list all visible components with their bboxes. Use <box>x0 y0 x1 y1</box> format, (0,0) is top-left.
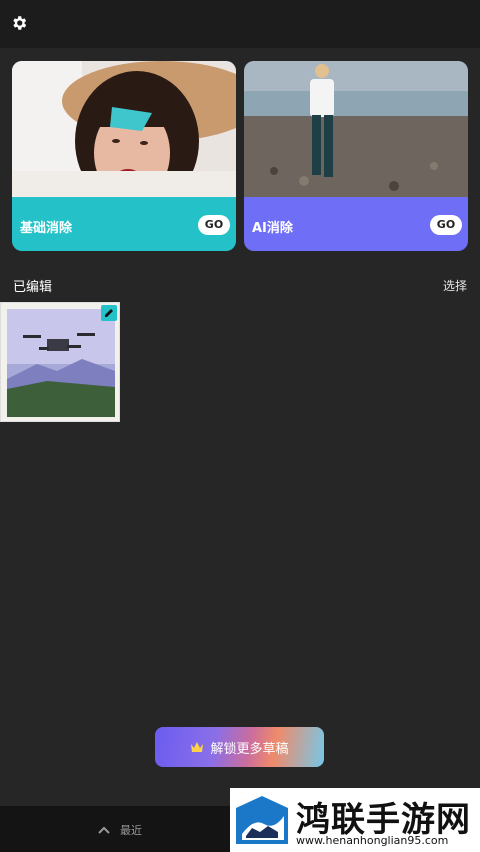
recent-label: 最近 <box>120 824 142 837</box>
gear-icon[interactable] <box>10 14 28 32</box>
draft-thumbnail[interactable] <box>0 302 120 422</box>
watermark-logo <box>236 796 288 844</box>
watermark: 鸿联手游网 www.henanhonglian95.com <box>230 788 480 852</box>
ai-remove-card[interactable]: AI消除 GO <box>244 61 468 251</box>
portrait-photo <box>12 61 236 197</box>
top-bar <box>0 0 480 48</box>
beach-photo <box>244 61 468 197</box>
unlock-label: 解锁更多草稿 <box>210 741 289 757</box>
pencil-icon[interactable] <box>101 305 117 321</box>
edited-section-title: 已编辑 <box>13 280 53 295</box>
crown-icon <box>191 742 204 752</box>
watermark-url: www.henanhonglian95.com <box>296 834 449 847</box>
chevron-up-icon <box>98 826 110 834</box>
go-button[interactable]: GO <box>198 215 230 235</box>
drone-photo <box>7 309 115 417</box>
unlock-more-drafts-button[interactable]: 解锁更多草稿 <box>155 727 324 767</box>
basic-remove-card[interactable]: 基础消除 GO <box>12 61 236 251</box>
go-button[interactable]: GO <box>430 215 462 235</box>
select-button[interactable]: 选择 <box>443 277 467 294</box>
card-label: 基础消除 <box>20 221 73 236</box>
recent-tab[interactable]: 最近 <box>98 822 142 838</box>
card-label: AI消除 <box>252 221 293 236</box>
